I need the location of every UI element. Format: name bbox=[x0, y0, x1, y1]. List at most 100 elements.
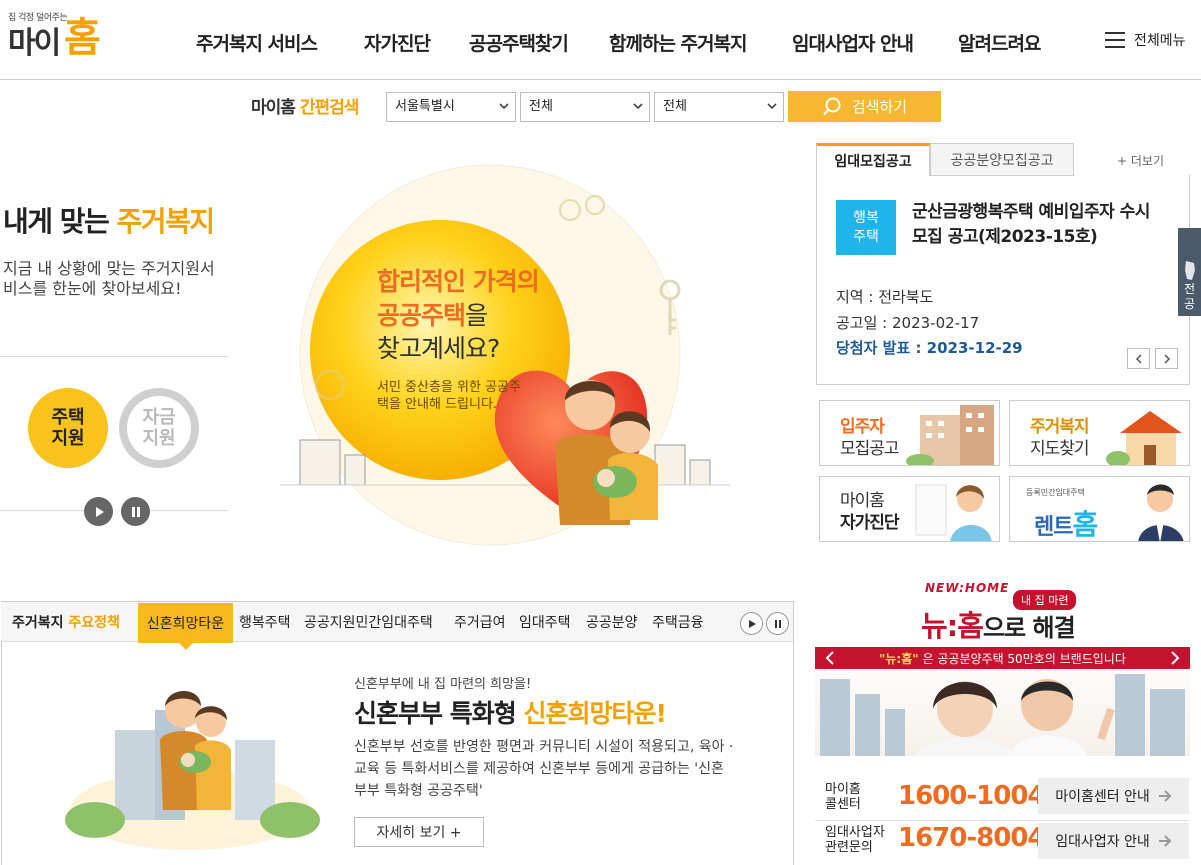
banner-rent-home-logo-b: 홈 bbox=[1072, 508, 1098, 541]
district-select[interactable]: 전체 bbox=[520, 92, 650, 122]
policy-description: 신혼부부 선호를 반영한 평면과 커뮤니티 시설이 적용되고, 육아 · 교육 … bbox=[354, 739, 734, 799]
divider bbox=[150, 510, 228, 511]
quick-search-title-brand: 마이홈 bbox=[251, 98, 296, 118]
welfare-finder-title-a: 내게 맞는 bbox=[3, 205, 110, 238]
all-menu-button[interactable]: 전체메뉴 bbox=[1105, 30, 1186, 50]
slider-pause-button[interactable] bbox=[121, 497, 150, 526]
callcenter-label-myhome-2: 콜센터 bbox=[825, 797, 861, 812]
nav-item-landlord-info[interactable]: 임대사업자 안내 bbox=[792, 29, 914, 56]
newhome-promo-banner[interactable]: NEW:HOME 내 집 마련 뉴:홈으로 해결 "뉴:홈" 은 공공분양주택 5… bbox=[815, 571, 1190, 756]
promo-headline-b: 으로 해결 bbox=[982, 614, 1076, 642]
arrow-right-icon bbox=[1158, 835, 1172, 847]
welfare-finder-description: 지금 내 상황에 맞는 주거지원서비스를 한눈에 찾아보세요! bbox=[3, 259, 215, 298]
divider bbox=[815, 820, 1190, 821]
banner-tenant-recruitment[interactable]: 입주자 모집공고 bbox=[819, 400, 1000, 466]
tab-housing-finance[interactable]: 주택금융 bbox=[652, 612, 704, 632]
housing-support-label-1: 주택 bbox=[51, 407, 85, 428]
housing-support-button[interactable]: 주택 지원 bbox=[28, 388, 108, 468]
promo-strip: "뉴:홈" 은 공공분양주택 50만호의 브랜드입니다 bbox=[815, 647, 1190, 669]
pause-icon bbox=[774, 619, 781, 628]
notice-region: 지역 : 전라북도 bbox=[836, 288, 934, 306]
housing-type-select-value: 전체 bbox=[663, 99, 687, 114]
side-floating-tab[interactable]: 전 공 bbox=[1178, 228, 1201, 316]
tab-housing-benefit[interactable]: 주거급여 bbox=[454, 612, 506, 632]
tab-rental-notice[interactable]: 임대모집공고 bbox=[816, 143, 930, 176]
banner-rent-home[interactable]: 등록민간임대주택 렌트홈 bbox=[1009, 476, 1190, 542]
logo[interactable]: 집 걱정 덜어주는 마이 홈 bbox=[8, 10, 118, 65]
arrow-right-icon bbox=[1158, 790, 1172, 802]
policy-title-b: 주요정책 bbox=[68, 615, 120, 631]
map-icon bbox=[1184, 261, 1195, 280]
logo-text-part1: 마이 bbox=[8, 26, 61, 61]
chevron-right-icon[interactable] bbox=[1170, 651, 1180, 665]
slider-play-button[interactable] bbox=[84, 497, 113, 526]
callcenter-number-landlord[interactable]: 1670-8004 bbox=[898, 823, 1046, 853]
policy-title-a: 주거복지 bbox=[12, 615, 64, 631]
chevron-down-icon bbox=[633, 103, 643, 110]
myhome-center-info-button[interactable]: 마이홈센터 안내 bbox=[1038, 778, 1189, 814]
policy-headline-b: 신혼희망타운! bbox=[523, 699, 666, 728]
logo-tagline: 집 걱정 덜어주는 bbox=[8, 13, 68, 23]
banner-welfare-map-line2: 지도찾기 bbox=[1030, 439, 1090, 459]
region-select-value: 서울특별시 bbox=[395, 99, 455, 114]
landlord-info-button[interactable]: 임대사업자 안내 bbox=[1038, 823, 1189, 859]
nav-item-together-welfare[interactable]: 함께하는 주거복지 bbox=[609, 29, 747, 56]
tab-public-sale[interactable]: 공공분양 bbox=[586, 612, 638, 632]
nav-item-housing-welfare-service[interactable]: 주거복지 서비스 bbox=[196, 29, 318, 56]
promo-illustration bbox=[820, 674, 1185, 756]
callcenter-label-myhome: 마이홈 콜센터 bbox=[825, 782, 861, 812]
banner-rent-home-logo: 렌트홈 bbox=[1034, 503, 1098, 541]
hero-headline-2-rest: 을 bbox=[465, 301, 488, 330]
housing-type-badge-line1: 행복 bbox=[853, 209, 879, 226]
banner-rent-home-logo-a: 렌트 bbox=[1034, 515, 1073, 540]
notice-next-button[interactable] bbox=[1155, 348, 1178, 369]
banner-self-diagnosis[interactable]: 마이홈 자가진단 bbox=[819, 476, 1000, 542]
policy-pause-button[interactable] bbox=[766, 612, 789, 635]
banner-tenant-recruitment-line2: 모집공고 bbox=[840, 439, 900, 459]
banner-welfare-map[interactable]: 주거복지 지도찾기 bbox=[1009, 400, 1190, 466]
fund-support-label-2: 지원 bbox=[142, 428, 176, 449]
hamburger-icon bbox=[1105, 32, 1125, 48]
chevron-left-icon bbox=[1135, 353, 1142, 364]
tab-public-sale-notice[interactable]: 공공분양모집공고 bbox=[930, 143, 1074, 176]
search-button[interactable]: 검색하기 bbox=[788, 91, 941, 122]
promo-strip-text: 은 공공분양주택 50만호의 브랜드입니다 bbox=[922, 651, 1126, 666]
tab-public-private-rental[interactable]: 공공지원민간임대주택 bbox=[304, 612, 433, 632]
chevron-right-icon bbox=[1163, 353, 1170, 364]
notice-prev-button[interactable] bbox=[1127, 348, 1150, 369]
side-tab-label-2: 공 bbox=[1183, 297, 1196, 311]
site-header: 집 걱정 덜어주는 마이 홈 주거복지 서비스 자가진단 공공주택찾기 함께하는… bbox=[0, 0, 1201, 80]
housing-type-select[interactable]: 전체 bbox=[654, 92, 784, 122]
notice-more-link[interactable]: + 더보기 bbox=[1117, 152, 1164, 169]
policy-headline-a: 신혼부부 특화형 bbox=[354, 699, 517, 728]
landlord-info-label: 임대사업자 안내 bbox=[1055, 834, 1150, 850]
nav-item-self-diagnosis[interactable]: 자가진단 bbox=[364, 29, 431, 56]
chevron-left-icon[interactable] bbox=[825, 651, 835, 665]
promo-headline: 뉴:홈으로 해결 bbox=[921, 603, 1076, 645]
district-select-value: 전체 bbox=[529, 99, 553, 114]
policy-play-button[interactable] bbox=[740, 612, 763, 635]
newlywed-illustration bbox=[65, 691, 320, 850]
pause-icon bbox=[131, 506, 140, 517]
region-select[interactable]: 서울특별시 bbox=[386, 92, 516, 122]
fund-support-button[interactable]: 자금 지원 bbox=[119, 388, 199, 468]
myhome-center-info-label: 마이홈센터 안내 bbox=[1055, 789, 1150, 805]
callcenter-label-landlord-2: 관련문의 bbox=[825, 840, 873, 855]
welfare-finder-title: 내게 맞는 주거복지 bbox=[3, 200, 216, 240]
callcenter-number-myhome[interactable]: 1600-1004 bbox=[898, 781, 1046, 811]
all-menu-label: 전체메뉴 bbox=[1134, 33, 1186, 49]
tab-happy-housing[interactable]: 행복주택 bbox=[239, 612, 291, 632]
banner-tenant-recruitment-line1: 입주자 bbox=[840, 417, 885, 437]
policy-more-button[interactable]: 자세히 보기 + bbox=[354, 817, 484, 847]
banner-rent-home-small: 등록민간임대주택 bbox=[1026, 488, 1085, 497]
nav-item-public-housing-search[interactable]: 공공주택찾기 bbox=[469, 29, 569, 56]
policy-kicker: 신혼부부에 내 집 마련의 희망을! bbox=[354, 677, 532, 692]
tab-rental-housing[interactable]: 임대주택 bbox=[519, 612, 571, 632]
nav-item-notices[interactable]: 알려드려요 bbox=[958, 29, 1041, 56]
notice-title-link[interactable]: 군산금광행복주택 예비입주자 수시 모집 공고(제2023-15호) bbox=[912, 200, 1168, 250]
divider bbox=[0, 356, 228, 357]
tab-newlywed-hope-town[interactable]: 신혼희망타운 bbox=[138, 603, 233, 650]
welfare-finder-title-b: 주거복지 bbox=[116, 205, 216, 238]
hero-visual[interactable]: 합리적인 가격의 공공주택을 찾고계세요? 서민 중산층을 위한 공공주택을 안… bbox=[270, 160, 740, 560]
search-icon bbox=[823, 97, 841, 115]
